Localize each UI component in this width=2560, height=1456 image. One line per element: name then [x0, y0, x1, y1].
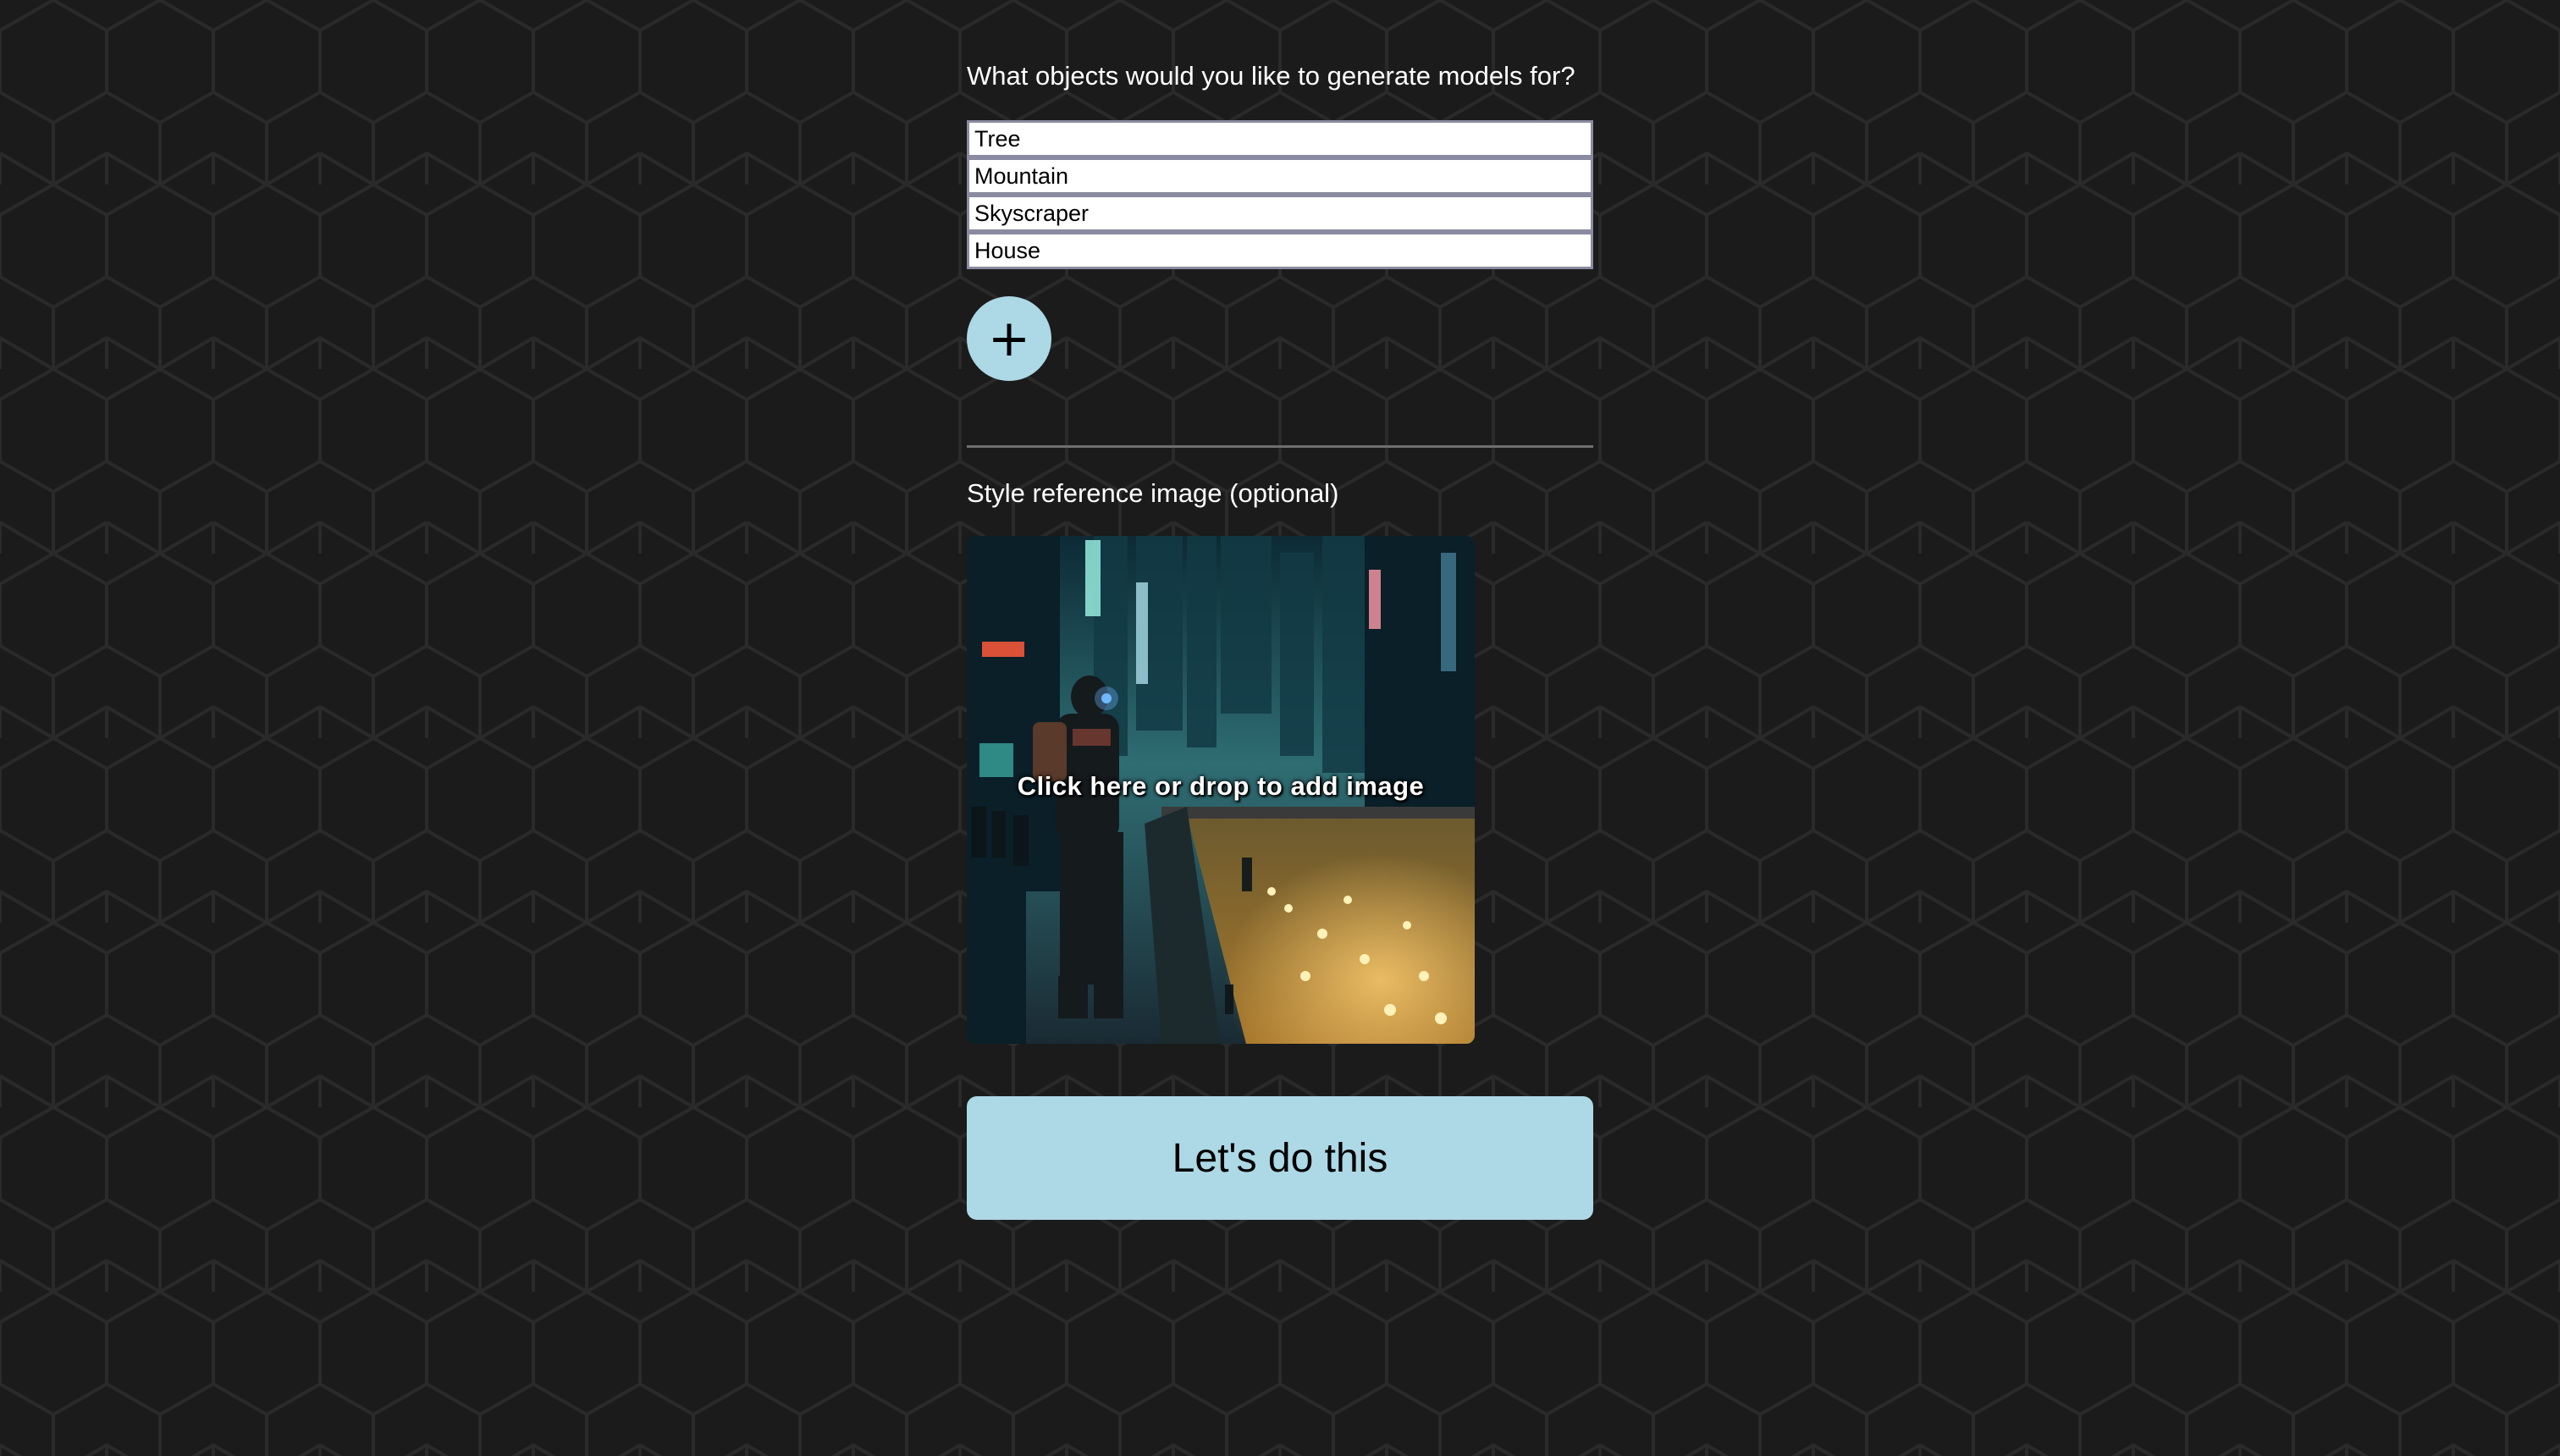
lets-do-this-button[interactable]: Let's do this	[967, 1096, 1593, 1220]
object-input-2[interactable]	[967, 157, 1593, 195]
objects-question-heading: What objects would you like to generate …	[967, 61, 1575, 91]
dropzone-instruction-text: Click here or drop to add image	[1017, 771, 1425, 801]
objects-input-list	[967, 120, 1593, 269]
object-input-4[interactable]	[967, 232, 1593, 269]
object-input-3[interactable]	[967, 195, 1593, 232]
add-object-button[interactable]: +	[967, 296, 1051, 381]
plus-icon: +	[987, 309, 1031, 368]
style-image-dropzone[interactable]: Click here or drop to add image	[967, 536, 1475, 1044]
section-divider	[967, 445, 1593, 448]
object-input-1[interactable]	[967, 120, 1593, 157]
model-generation-form: What objects would you like to generate …	[967, 59, 1593, 1220]
style-reference-label: Style reference image (optional)	[967, 478, 1339, 508]
